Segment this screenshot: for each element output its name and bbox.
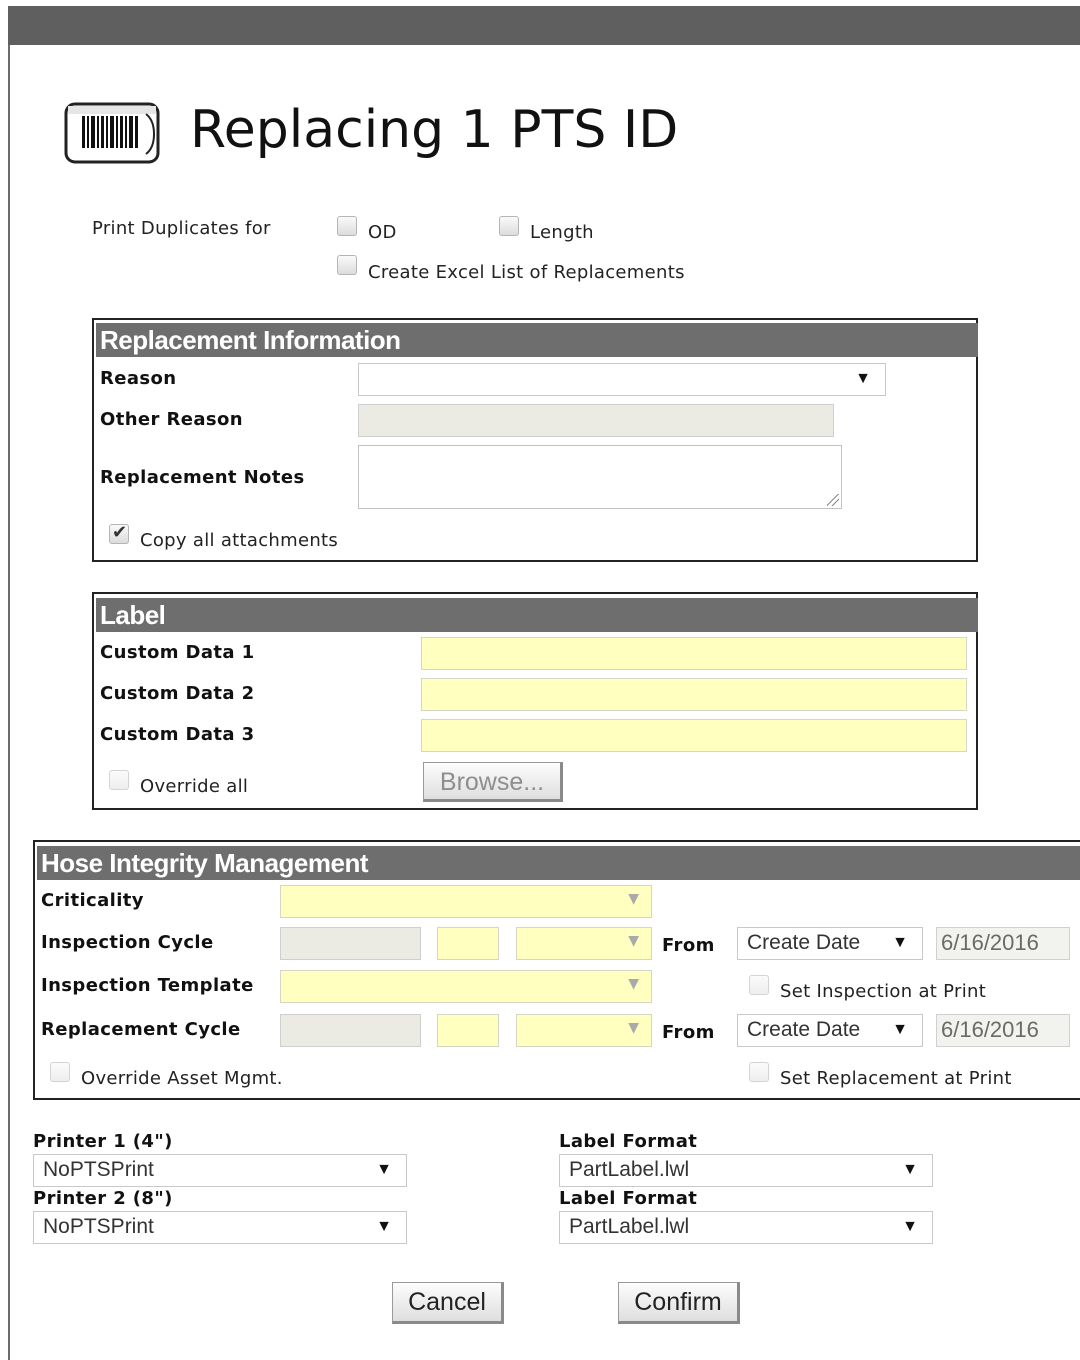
override-all-label: Override all xyxy=(140,776,249,797)
other-reason-label: Other Reason xyxy=(100,409,243,430)
dialog-left-border xyxy=(8,45,10,1360)
chevron-down-icon: ▼ xyxy=(628,891,639,907)
reason-label: Reason xyxy=(100,368,177,389)
label-format-1-select[interactable]: PartLabel.lwl ▼ xyxy=(559,1154,933,1187)
cancel-button[interactable]: Cancel xyxy=(392,1282,504,1324)
criticality-select[interactable]: ▼ xyxy=(280,885,652,918)
inspection-template-select[interactable]: ▼ xyxy=(280,970,652,1003)
replacement-notes-textarea[interactable] xyxy=(358,445,842,509)
label-format-1-value: PartLabel.lwl xyxy=(569,1158,690,1181)
chevron-down-icon: ▼ xyxy=(892,934,908,951)
inspection-from-select[interactable]: Create Date ▼ xyxy=(737,927,923,960)
label-heading: Label xyxy=(96,598,978,632)
od-checkbox[interactable] xyxy=(337,216,357,236)
printer-1-label: Printer 1 (4") xyxy=(33,1131,173,1152)
reason-select[interactable]: ▼ xyxy=(358,363,886,396)
copy-attachments-checkbox[interactable] xyxy=(109,522,129,544)
replacement-notes-label: Replacement Notes xyxy=(100,467,305,488)
excel-list-checkbox[interactable] xyxy=(337,255,357,275)
resize-grip-icon[interactable] xyxy=(827,494,839,506)
label-format-1-label: Label Format xyxy=(559,1131,698,1152)
custom-data-1-label: Custom Data 1 xyxy=(100,642,255,663)
set-replacement-label: Set Replacement at Print xyxy=(780,1068,1012,1089)
page-title: Replacing 1 PTS ID xyxy=(190,100,679,160)
copy-attachments-label: Copy all attachments xyxy=(140,530,339,551)
inspection-cycle-count-input[interactable] xyxy=(437,927,499,960)
inspection-from-value: Create Date xyxy=(747,931,861,954)
replacement-date-field[interactable]: 6/16/2016 xyxy=(936,1014,1070,1047)
custom-data-3-label: Custom Data 3 xyxy=(100,724,255,745)
chevron-down-icon: ▼ xyxy=(628,976,639,992)
replacement-information-panel: Replacement Information xyxy=(92,318,978,562)
printer-2-value: NoPTSPrint xyxy=(43,1215,154,1238)
dialog-title-bar xyxy=(8,6,1080,45)
override-all-checkbox[interactable] xyxy=(109,770,129,790)
other-reason-input[interactable] xyxy=(358,404,834,437)
od-checkbox-label: OD xyxy=(368,222,397,243)
replacement-information-heading: Replacement Information xyxy=(96,323,978,357)
replacement-cycle-unit-select[interactable]: ▼ xyxy=(516,1014,652,1047)
inspection-template-label: Inspection Template xyxy=(41,975,254,996)
barcode-icon xyxy=(64,100,160,166)
set-inspection-checkbox[interactable] xyxy=(749,975,769,995)
override-asset-mgmt-label: Override Asset Mgmt. xyxy=(81,1068,283,1089)
chevron-down-icon: ▼ xyxy=(892,1021,908,1038)
custom-data-1-input[interactable] xyxy=(421,637,967,670)
chevron-down-icon: ▼ xyxy=(855,370,871,387)
printer-1-select[interactable]: NoPTSPrint ▼ xyxy=(33,1154,407,1187)
excel-list-checkbox-label: Create Excel List of Replacements xyxy=(368,262,685,283)
custom-data-2-input[interactable] xyxy=(421,678,967,711)
replacement-from-value: Create Date xyxy=(747,1018,861,1041)
printer-1-value: NoPTSPrint xyxy=(43,1158,154,1181)
inspection-cycle-unit-select[interactable]: ▼ xyxy=(516,927,652,960)
confirm-button[interactable]: Confirm xyxy=(618,1282,740,1324)
replacement-from-select[interactable]: Create Date ▼ xyxy=(737,1014,923,1047)
label-format-2-select[interactable]: PartLabel.lwl ▼ xyxy=(559,1211,933,1244)
custom-data-3-input[interactable] xyxy=(421,719,967,752)
printer-2-select[interactable]: NoPTSPrint ▼ xyxy=(33,1211,407,1244)
chevron-down-icon: ▼ xyxy=(902,1218,918,1235)
set-replacement-checkbox[interactable] xyxy=(749,1062,769,1082)
chevron-down-icon: ▼ xyxy=(376,1218,392,1235)
replacement-cycle-count-input[interactable] xyxy=(437,1014,499,1047)
hose-integrity-heading: Hose Integrity Management xyxy=(37,846,1080,880)
custom-data-2-label: Custom Data 2 xyxy=(100,683,255,704)
criticality-label: Criticality xyxy=(41,890,144,911)
inspection-cycle-input[interactable] xyxy=(280,927,421,960)
label-format-2-label: Label Format xyxy=(559,1188,698,1209)
replacement-from-label: From xyxy=(662,1022,715,1043)
chevron-down-icon: ▼ xyxy=(628,933,639,949)
set-inspection-label: Set Inspection at Print xyxy=(780,981,987,1002)
print-duplicates-label: Print Duplicates for xyxy=(92,218,271,239)
length-checkbox[interactable] xyxy=(499,216,519,236)
chevron-down-icon: ▼ xyxy=(628,1020,639,1036)
chevron-down-icon: ▼ xyxy=(902,1161,918,1178)
replacement-cycle-label: Replacement Cycle xyxy=(41,1019,241,1040)
inspection-cycle-label: Inspection Cycle xyxy=(41,932,214,953)
printer-2-label: Printer 2 (8") xyxy=(33,1188,173,1209)
replacement-cycle-input[interactable] xyxy=(280,1014,421,1047)
label-format-2-value: PartLabel.lwl xyxy=(569,1215,690,1238)
override-asset-mgmt-checkbox[interactable] xyxy=(50,1062,70,1082)
chevron-down-icon: ▼ xyxy=(376,1161,392,1178)
length-checkbox-label: Length xyxy=(530,222,594,243)
inspection-from-label: From xyxy=(662,935,715,956)
browse-button[interactable]: Browse... xyxy=(423,762,563,802)
inspection-date-field[interactable]: 6/16/2016 xyxy=(936,927,1070,960)
